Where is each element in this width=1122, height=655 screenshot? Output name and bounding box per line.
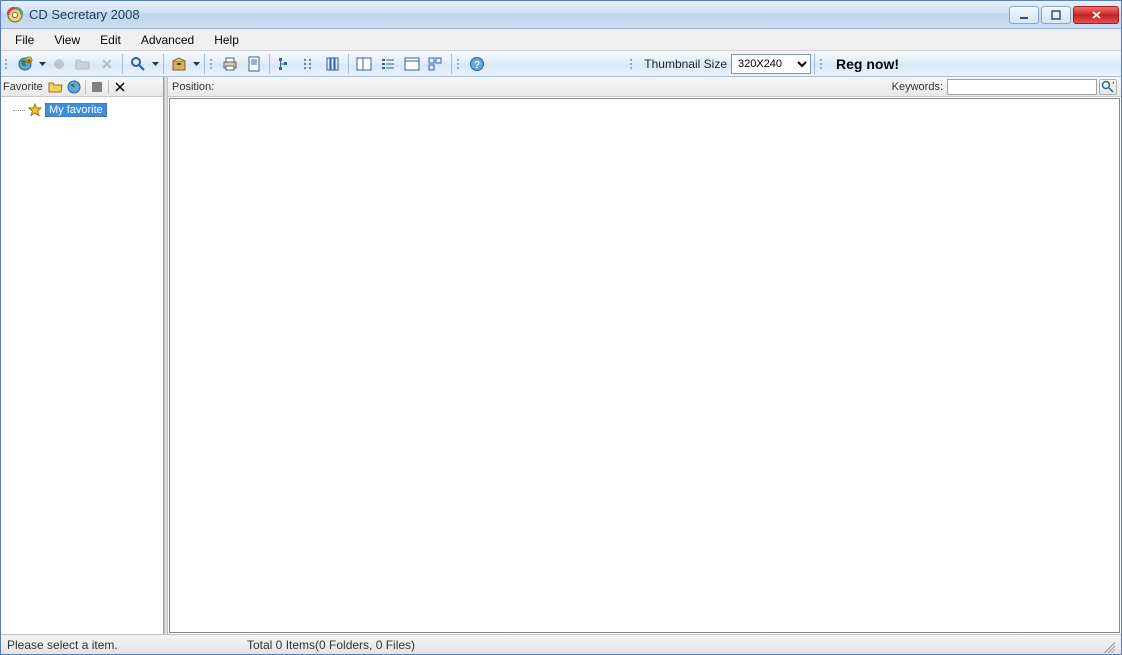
toolbar-grip-5[interactable] bbox=[820, 55, 826, 73]
toolbar-grip-2[interactable] bbox=[210, 55, 216, 73]
window-controls bbox=[1007, 6, 1119, 24]
view-columns-button[interactable] bbox=[322, 53, 344, 75]
keywords-search-button[interactable] bbox=[1099, 79, 1117, 95]
delete-button bbox=[96, 53, 118, 75]
view-list-dots-button[interactable] bbox=[298, 53, 320, 75]
menu-advanced[interactable]: Advanced bbox=[131, 31, 204, 49]
sidebar-globe-button[interactable] bbox=[65, 79, 83, 95]
view-thumbnails-button[interactable] bbox=[425, 53, 447, 75]
status-left: Please select a item. bbox=[7, 638, 247, 652]
menubar: File View Edit Advanced Help bbox=[1, 29, 1121, 51]
content-body[interactable] bbox=[169, 98, 1120, 633]
view-tree-button[interactable] bbox=[274, 53, 296, 75]
view-single-button[interactable] bbox=[401, 53, 423, 75]
position-label: Position: bbox=[172, 81, 214, 93]
box-button[interactable] bbox=[168, 53, 190, 75]
box-dropdown[interactable] bbox=[191, 62, 201, 66]
keywords-input[interactable] bbox=[947, 79, 1097, 95]
tree-item-my-favorite[interactable]: My favorite bbox=[3, 101, 161, 119]
search-button[interactable] bbox=[127, 53, 149, 75]
print-button[interactable] bbox=[219, 53, 241, 75]
record-button bbox=[48, 53, 70, 75]
svg-text:✱: ✱ bbox=[27, 58, 31, 64]
app-icon bbox=[7, 7, 23, 23]
page-setup-button[interactable] bbox=[243, 53, 265, 75]
maximize-button[interactable] bbox=[1041, 6, 1071, 24]
thumbnail-size-select[interactable]: 320X240 bbox=[731, 54, 811, 74]
keywords-label: Keywords: bbox=[892, 81, 943, 93]
star-icon bbox=[27, 102, 43, 118]
toolbar-grip-4[interactable] bbox=[630, 55, 636, 73]
sidebar-title: Favorite bbox=[3, 81, 43, 93]
window-title: CD Secretary 2008 bbox=[29, 7, 1007, 22]
sidebar-stop-button[interactable] bbox=[88, 79, 106, 95]
toolbar: ✱ bbox=[1, 51, 1121, 77]
svg-text:?: ? bbox=[474, 60, 480, 71]
menu-file[interactable]: File bbox=[5, 31, 44, 49]
view-split-button[interactable] bbox=[353, 53, 375, 75]
view-detail-list-button[interactable] bbox=[377, 53, 399, 75]
close-button[interactable] bbox=[1073, 6, 1119, 24]
search-dropdown[interactable] bbox=[150, 62, 160, 66]
menu-view[interactable]: View bbox=[44, 31, 90, 49]
content-pane: Position: Keywords: bbox=[168, 77, 1121, 634]
minimize-button[interactable] bbox=[1009, 6, 1039, 24]
main-area: Favorite My favorite bbox=[1, 77, 1121, 634]
menu-edit[interactable]: Edit bbox=[90, 31, 131, 49]
globe-new-button[interactable]: ✱ bbox=[14, 53, 36, 75]
tree-item-label: My favorite bbox=[45, 103, 107, 117]
menu-help[interactable]: Help bbox=[204, 31, 249, 49]
toolbar-grip-3[interactable] bbox=[457, 55, 463, 73]
statusbar: Please select a item. Total 0 Items(0 Fo… bbox=[1, 634, 1121, 654]
sidebar-header: Favorite bbox=[1, 77, 163, 97]
reg-now-link[interactable]: Reg now! bbox=[836, 56, 899, 72]
favorites-tree[interactable]: My favorite bbox=[1, 97, 163, 634]
titlebar: CD Secretary 2008 bbox=[1, 1, 1121, 29]
sidebar-folder-button[interactable] bbox=[47, 79, 65, 95]
toolbar-grip[interactable] bbox=[5, 55, 11, 73]
help-button[interactable]: ? bbox=[466, 53, 488, 75]
sidebar-close-button[interactable] bbox=[111, 79, 129, 95]
sidebar: Favorite My favorite bbox=[1, 77, 164, 634]
content-header: Position: Keywords: bbox=[168, 77, 1121, 97]
tree-connector bbox=[13, 101, 27, 119]
globe-new-dropdown[interactable] bbox=[37, 62, 47, 66]
open-folder-button bbox=[72, 53, 94, 75]
status-center: Total 0 Items(0 Folders, 0 Files) bbox=[247, 638, 1101, 652]
thumbnail-size-label: Thumbnail Size bbox=[644, 57, 727, 71]
resize-grip[interactable] bbox=[1101, 639, 1115, 653]
